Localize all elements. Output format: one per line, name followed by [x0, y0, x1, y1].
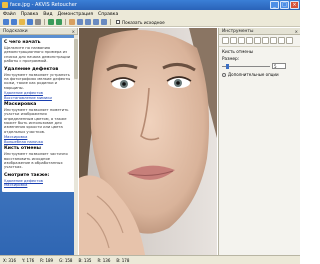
- status-bar: X: 316 Y: 176 R: 189 G: 158 B: 135 R: 136 B: 1…: [0, 255, 300, 264]
- help-panel: Подсказки × С чего начать Щелкните по наз…: [0, 28, 78, 255]
- tools-panel-header: Инструменты ×: [219, 28, 300, 35]
- help-panel-title: Подсказки: [3, 29, 28, 34]
- eyedropper-icon[interactable]: [270, 37, 277, 44]
- image-canvas[interactable]: [79, 28, 217, 255]
- scroll-thumb[interactable]: [74, 39, 78, 79]
- slider-track: [222, 65, 270, 67]
- open-icon[interactable]: [19, 19, 25, 25]
- menu-demo[interactable]: Демонстрация: [58, 12, 94, 17]
- help-section-title: Маскировка: [4, 102, 37, 108]
- back-icon[interactable]: [3, 19, 9, 25]
- window-controls: _ □ ×: [270, 1, 299, 9]
- zoom-in-icon[interactable]: [77, 19, 83, 25]
- actual-size-icon[interactable]: [101, 19, 107, 25]
- brush-label: Кисть отмены: [222, 49, 254, 54]
- help-card: С чего начать Щелкните по названию демонс…: [2, 38, 76, 192]
- help-scrollbar[interactable]: [74, 35, 78, 255]
- undo-icon[interactable]: [48, 19, 54, 25]
- fit-icon[interactable]: [93, 19, 99, 25]
- help-panel-header: Подсказки ×: [0, 28, 77, 35]
- show-original-label[interactable]: Показать исходное: [122, 20, 165, 25]
- redo-icon[interactable]: [56, 19, 62, 25]
- tool-row: [219, 35, 300, 47]
- brush-settings: Кисть отмены Размер: 5 Дополнительные оп…: [219, 47, 300, 79]
- menu-file[interactable]: Файл: [3, 12, 16, 17]
- menu-help[interactable]: Справка: [98, 12, 118, 17]
- status-value: B: 135: [78, 257, 92, 263]
- status-value: R: 136: [97, 257, 111, 263]
- help-content: С чего начать Щелкните по названию демонс…: [0, 35, 78, 255]
- status-value: G: 158: [59, 257, 73, 263]
- minimize-button[interactable]: _: [270, 1, 279, 9]
- menu-view[interactable]: Вид: [43, 12, 52, 17]
- help-section-title: Удаление дефектов: [4, 66, 59, 72]
- save-icon[interactable]: [27, 19, 33, 25]
- help-section-title: Кисть отмены: [4, 146, 41, 152]
- status-value: R: 189: [40, 257, 54, 263]
- status-value: Y: 176: [22, 257, 35, 263]
- size-slider[interactable]: [222, 63, 270, 69]
- status-value: X: 316: [3, 257, 16, 263]
- brush-icon[interactable]: [222, 37, 229, 44]
- show-original-checkbox[interactable]: [116, 20, 120, 24]
- print-icon[interactable]: [35, 19, 41, 25]
- app-icon: [2, 2, 8, 8]
- bucket-icon[interactable]: [262, 37, 269, 44]
- help-spacer: [4, 188, 74, 190]
- extra-options-row[interactable]: Дополнительные опции: [222, 72, 297, 77]
- portrait-photo: [79, 28, 217, 255]
- size-row: 5: [222, 63, 297, 69]
- toolbar-separator: [65, 19, 66, 25]
- help-section-text: Инструмент позволяет пометить участки из…: [4, 108, 69, 134]
- maximize-button[interactable]: □: [280, 1, 289, 9]
- extra-options-label[interactable]: Дополнительные опции: [228, 72, 279, 77]
- tools-panel-title: Инструменты: [222, 29, 254, 34]
- zoom-icon[interactable]: [286, 37, 293, 44]
- menu-edit[interactable]: Правка: [21, 12, 38, 17]
- eraser-icon[interactable]: [230, 37, 237, 44]
- close-icon[interactable]: ×: [72, 29, 75, 34]
- stamp-icon[interactable]: [238, 37, 245, 44]
- help-section-title: С чего начать: [4, 40, 41, 45]
- menu-bar: Файл Правка Вид Демонстрация Справка: [0, 10, 300, 18]
- zoom-out-icon[interactable]: [85, 19, 91, 25]
- close-button[interactable]: ×: [290, 1, 299, 9]
- help-section-text: Щелкните по названию демонстрационного п…: [4, 46, 71, 63]
- title-bar: face.jpg - AKVIS Retoucher _ □ ×: [0, 0, 300, 10]
- healing-icon[interactable]: [246, 37, 253, 44]
- forward-icon[interactable]: [11, 19, 17, 25]
- toolbar-separator: [110, 19, 111, 25]
- extra-options-radio[interactable]: [222, 72, 226, 77]
- status-value: B: 178: [116, 257, 130, 263]
- slider-thumb[interactable]: [225, 63, 229, 69]
- size-value[interactable]: 5: [272, 63, 286, 69]
- wand-icon[interactable]: [254, 37, 261, 44]
- hand-icon[interactable]: [69, 19, 75, 25]
- help-section-title: Смотрите также:: [4, 172, 50, 178]
- help-section-text: Инструмент позволяет устранять на фотогр…: [4, 72, 71, 90]
- close-icon[interactable]: ×: [295, 29, 298, 34]
- hand-icon[interactable]: [278, 37, 285, 44]
- window-title: face.jpg - AKVIS Retoucher: [10, 2, 77, 8]
- size-label: Размер:: [222, 56, 240, 61]
- help-section-text: Инструмент позволяет частично восстанови…: [4, 152, 68, 170]
- toolbar: Показать исходное: [0, 18, 300, 27]
- tools-panel: Инструменты × Кисть отмены Размер: 5 Доп…: [218, 28, 300, 255]
- toolbar-separator: [44, 19, 45, 25]
